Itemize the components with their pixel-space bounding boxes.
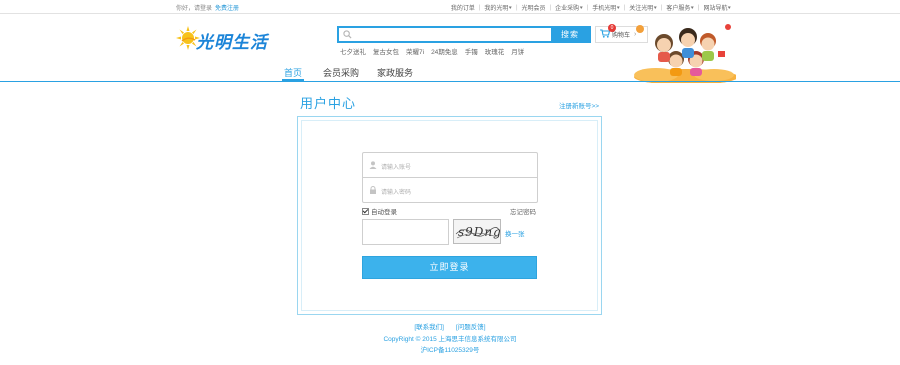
topbar-separator: | <box>586 4 589 11</box>
footer-link[interactable]: [问题反馈] <box>456 324 486 331</box>
topbar-separator: | <box>660 4 663 11</box>
user-icon <box>369 161 377 169</box>
topbar-link-0[interactable]: 我的订单 <box>451 3 475 12</box>
footer-link[interactable]: [联系我们] <box>414 324 444 331</box>
register-link[interactable]: 免费注册 <box>215 6 239 12</box>
topbar-link-label: 企业采购 <box>555 6 580 12</box>
captcha-input[interactable] <box>362 219 449 245</box>
login-panel <box>297 116 602 315</box>
topbar-link-1[interactable]: 我的光明 ▾ <box>484 3 513 13</box>
login-link[interactable]: 你好，请登录 <box>176 6 212 12</box>
chevron-down-icon: ▾ <box>728 4 732 11</box>
chevron-down-icon: ▾ <box>616 4 620 11</box>
nav-item-1[interactable]: 会员采购 <box>323 66 359 79</box>
footer-icp[interactable]: 沪ICP备11025329号 <box>0 344 900 354</box>
footer-copyright: CopyRight © 2015 上海思丰信息系统有限公司 <box>383 336 517 343</box>
auto-login-label: 自动登录 <box>371 209 397 216</box>
page-title: 用户中心 <box>300 96 357 111</box>
hot-search-word[interactable]: 24期免息 <box>431 46 458 56</box>
forgot-password-link[interactable]: 忘记密码 <box>510 206 536 216</box>
topbar-links: 我的订单 | 我的光明 ▾ | 光明会员 | 企业采购 ▾ | 手机光明 ▾ | 关注光明 ▾ | 客户服务 ▾ |… <box>451 3 732 13</box>
captcha-text: s9Dng <box>458 225 500 239</box>
logo-text: 光明生活 <box>196 33 268 53</box>
main-nav: 首页 会员采购 家政服务 <box>0 66 900 82</box>
topbar-separator: | <box>697 4 700 11</box>
nav-item-2[interactable]: 家政服务 <box>377 66 413 79</box>
hot-search-word[interactable]: 月饼 <box>511 46 524 56</box>
search-input[interactable] <box>339 28 551 41</box>
topbar-link-label: 我的光明 <box>484 6 509 12</box>
topbar-link-2[interactable]: 光明会员 <box>522 3 546 12</box>
topbar-separator: | <box>478 4 481 11</box>
hot-search-word[interactable]: 玫瑰花 <box>485 46 505 56</box>
topbar-separator: | <box>549 4 552 11</box>
search-input-wrap <box>339 28 551 41</box>
hot-search-word[interactable]: 七夕送礼 <box>340 46 366 56</box>
register-new-account-link[interactable]: 注册新账号>> <box>559 100 599 110</box>
nav-divider <box>0 81 900 82</box>
login-panel-inner <box>301 120 598 311</box>
chevron-down-icon: ▾ <box>509 4 513 11</box>
username-placeholder: 请输入账号 <box>381 165 412 171</box>
topbar-link-6[interactable]: 客户服务 ▾ <box>666 3 695 13</box>
topbar-link-label: 客户服务 <box>666 6 691 12</box>
chevron-down-icon: ▾ <box>691 4 695 11</box>
topbar-link-label: 关注光明 <box>629 6 654 12</box>
hot-search-word[interactable]: 荣耀7i <box>406 46 424 56</box>
hot-search-words: 七夕送礼 复古女包 荣耀7i 24期免息 手镯 玫瑰花 月饼 <box>340 46 524 56</box>
captcha-graphic: s9Dng <box>455 225 501 239</box>
auto-login-option[interactable]: 自动登录 <box>362 206 397 216</box>
nav-item-0[interactable]: 首页 <box>284 66 302 79</box>
topbar-link-label: 我的订单 <box>450 6 475 12</box>
topbar-link-label: 手机光明 <box>592 6 617 12</box>
captcha-refresh-link[interactable]: 换一张 <box>505 228 525 238</box>
topbar-link-4[interactable]: 手机光明 ▾ <box>592 3 620 13</box>
topbar-separator: | <box>623 4 626 11</box>
lock-icon <box>370 186 376 194</box>
topbar-link-label: 光明会员 <box>521 6 546 12</box>
password-field[interactable]: 请输入密码 <box>362 177 538 203</box>
topbar-separator: | <box>515 4 518 11</box>
cart-icon-wrap: 0 <box>600 24 616 40</box>
hot-search-word[interactable]: 手镯 <box>465 46 478 56</box>
top-bar: 你好，请登录 免费注册 我的订单 | 我的光明 ▾ | 光明会员 | 企业采购 ▾ | 手机光明 ▾ | 关… <box>0 0 900 14</box>
username-field[interactable]: 请输入账号 <box>362 152 538 178</box>
login-button[interactable]: 立即登录 <box>362 256 537 279</box>
topbar-link-7[interactable]: 网站导航 ▾ <box>703 3 732 13</box>
topbar-link-5[interactable]: 关注光明 ▾ <box>629 3 658 13</box>
auto-login-checkbox[interactable] <box>362 207 369 215</box>
chevron-down-icon: ▾ <box>579 4 583 11</box>
search-icon <box>343 30 352 39</box>
password-placeholder: 请输入密码 <box>381 190 412 196</box>
footer-links: [联系我们] [问题反馈] <box>0 321 900 331</box>
search-bar: 搜索 <box>337 26 591 43</box>
topbar-greeting-area: 你好，请登录 免费注册 <box>176 3 239 12</box>
captcha-image[interactable]: s9Dng <box>453 219 501 244</box>
search-button[interactable]: 搜索 <box>551 28 589 41</box>
topbar-link-label: 网站导航 <box>703 6 728 12</box>
hot-search-word[interactable]: 复古女包 <box>373 46 399 56</box>
site-logo[interactable]: 光明生活 <box>176 25 284 53</box>
cart-count-badge: 0 <box>608 24 616 32</box>
chevron-down-icon: ▾ <box>654 4 658 11</box>
topbar-link-3[interactable]: 企业采购 ▾ <box>555 3 583 13</box>
